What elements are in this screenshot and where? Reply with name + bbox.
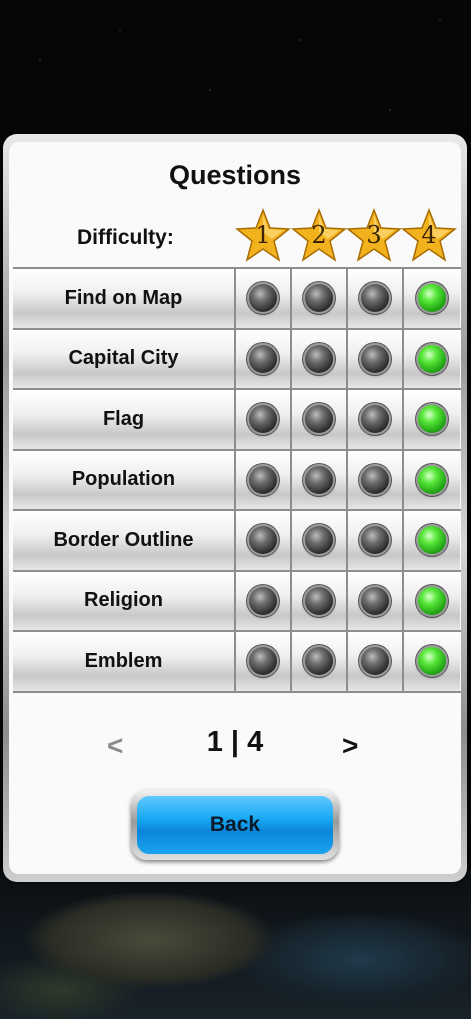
panel-title: Questions: [168, 160, 302, 190]
indicator-off-icon: [305, 465, 333, 494]
question-row: Flag: [13, 390, 461, 451]
question-row: Find on Map: [13, 269, 461, 330]
level-toggle-cell[interactable]: [236, 571, 292, 630]
level-toggle-cell[interactable]: [348, 511, 404, 570]
level-toggle-cell[interactable]: [348, 632, 404, 691]
level-toggle-cell[interactable]: [236, 450, 292, 509]
indicator-off-icon: [305, 344, 333, 373]
indicator-off-icon: [249, 647, 277, 676]
back-button-label: Back: [137, 796, 333, 854]
indicator-off-icon: [249, 465, 277, 494]
star-number: 1: [255, 221, 271, 249]
level-toggle-cell[interactable]: [404, 632, 460, 691]
indicator-off-icon: [305, 647, 333, 676]
difficulty-label: Difficulty:: [77, 226, 174, 249]
indicator-off-icon: [361, 647, 389, 676]
indicator-off-icon: [361, 344, 389, 373]
indicator-on-icon: [418, 284, 446, 313]
star-number: 2: [311, 221, 327, 249]
question-row: Border Outline: [13, 511, 461, 572]
indicator-off-icon: [305, 284, 333, 313]
difficulty-star-1: 1: [235, 208, 291, 264]
level-toggle-cell[interactable]: [236, 632, 292, 691]
indicator-on-icon: [418, 586, 446, 615]
level-toggle-cell[interactable]: [404, 390, 460, 449]
indicator-off-icon: [249, 405, 277, 434]
question-type-label: Emblem: [13, 632, 236, 691]
level-toggle-cell[interactable]: [292, 571, 348, 630]
page-indicator: 1 | 4: [206, 726, 264, 758]
indicator-off-icon: [361, 405, 389, 434]
level-toggle-cell[interactable]: [292, 269, 348, 328]
level-toggle-cell[interactable]: [348, 390, 404, 449]
level-toggle-cell[interactable]: [292, 329, 348, 388]
level-toggle-cell[interactable]: [404, 329, 460, 388]
level-toggle-cell[interactable]: [236, 390, 292, 449]
indicator-off-icon: [361, 284, 389, 313]
indicator-off-icon: [305, 405, 333, 434]
indicator-off-icon: [361, 526, 389, 555]
indicator-off-icon: [249, 526, 277, 555]
indicator-off-icon: [305, 586, 333, 615]
indicator-on-icon: [418, 647, 446, 676]
prev-page-button[interactable]: <: [107, 730, 123, 762]
question-table: Find on Map Capital City Flag Population Bor…: [13, 267, 461, 693]
difficulty-star-2: 2: [291, 208, 347, 264]
star-number: 4: [421, 221, 437, 249]
level-toggle-cell[interactable]: [348, 450, 404, 509]
level-toggle-cell[interactable]: [404, 450, 460, 509]
indicator-off-icon: [249, 586, 277, 615]
level-toggle-cell[interactable]: [292, 390, 348, 449]
level-toggle-cell[interactable]: [404, 269, 460, 328]
level-toggle-cell[interactable]: [348, 269, 404, 328]
indicator-on-icon: [418, 465, 446, 494]
question-type-label: Find on Map: [13, 269, 236, 328]
level-toggle-cell[interactable]: [292, 450, 348, 509]
back-button[interactable]: Back: [131, 790, 339, 860]
difficulty-star-3: 3: [346, 208, 402, 264]
question-row: Capital City: [13, 329, 461, 390]
indicator-off-icon: [305, 526, 333, 555]
level-toggle-cell[interactable]: [348, 329, 404, 388]
difficulty-star-4: 4: [401, 208, 457, 264]
question-row: Religion: [13, 571, 461, 632]
indicator-off-icon: [249, 344, 277, 373]
question-type-label: Capital City: [13, 329, 236, 388]
level-toggle-cell[interactable]: [292, 511, 348, 570]
indicator-on-icon: [418, 526, 446, 555]
star-number: 3: [366, 221, 382, 249]
level-toggle-cell[interactable]: [404, 571, 460, 630]
question-row: Population: [13, 450, 461, 511]
next-page-button[interactable]: >: [342, 730, 358, 762]
question-type-label: Flag: [13, 390, 236, 449]
indicator-on-icon: [418, 344, 446, 373]
question-type-label: Religion: [13, 571, 236, 630]
indicator-off-icon: [249, 284, 277, 313]
questions-panel: Questions Difficulty: 1 2 3 4 Find on Ma…: [9, 142, 461, 874]
level-toggle-cell[interactable]: [236, 511, 292, 570]
level-toggle-cell[interactable]: [236, 329, 292, 388]
question-type-label: Border Outline: [13, 511, 236, 570]
level-toggle-cell[interactable]: [404, 511, 460, 570]
level-toggle-cell[interactable]: [236, 269, 292, 328]
level-toggle-cell[interactable]: [292, 632, 348, 691]
level-toggle-cell[interactable]: [348, 571, 404, 630]
question-row: Emblem: [13, 632, 461, 693]
earth-background: [0, 870, 471, 1019]
indicator-on-icon: [418, 405, 446, 434]
question-type-label: Population: [13, 450, 236, 509]
indicator-off-icon: [361, 586, 389, 615]
indicator-off-icon: [361, 465, 389, 494]
